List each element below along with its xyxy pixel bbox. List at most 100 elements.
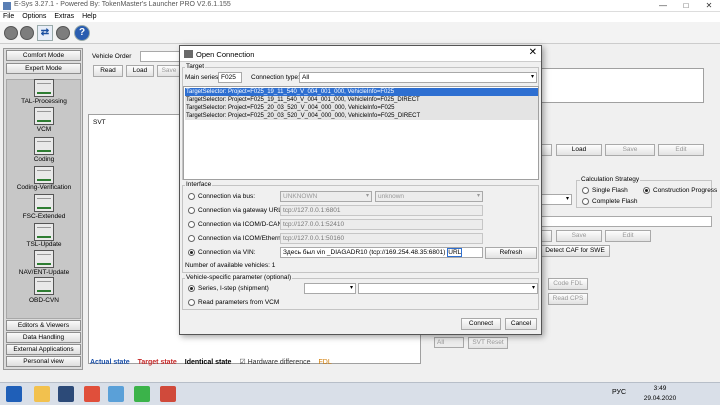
legend-identical-state: Identical state	[184, 359, 232, 366]
main-series-label: Main series:	[185, 74, 221, 81]
personal-view-button[interactable]: Personal view	[6, 356, 81, 367]
read-vcm-radio[interactable]	[188, 299, 195, 306]
icom-ethernet-field[interactable]: tcp://127.0.0.1:50160	[280, 233, 483, 244]
right-load-button[interactable]: Load	[556, 144, 602, 156]
explorer-icon[interactable]	[34, 386, 50, 402]
read-cps-button[interactable]: Read CPS	[548, 293, 588, 305]
browser-icon[interactable]	[84, 386, 100, 402]
gateway-url-radio[interactable]	[188, 207, 195, 214]
dialog-titlebar: Open Connection ✕	[180, 46, 541, 62]
coding-verification-icon[interactable]	[34, 166, 54, 184]
read-button[interactable]: Read	[93, 65, 123, 77]
target-row[interactable]: TargetSelector: Project=F025_19_11_540_V…	[185, 96, 538, 104]
right-input[interactable]	[540, 216, 712, 227]
menu-options[interactable]: Options	[19, 12, 49, 22]
icom-dcan-field[interactable]: tcp://127.0.0.1:52410	[280, 219, 483, 230]
chevron-down-icon: ▾	[531, 285, 535, 291]
close-button[interactable]: ✕	[698, 0, 720, 12]
save-button[interactable]: Save	[157, 65, 181, 77]
chevron-down-icon: ▾	[349, 285, 353, 291]
dialog-close-icon[interactable]: ✕	[529, 47, 537, 58]
language-indicator[interactable]: РУС	[612, 389, 626, 396]
external-applications-button[interactable]: External Applications	[6, 344, 81, 355]
istep-select[interactable]: ▾	[358, 283, 538, 294]
legend-fdl: FDL	[318, 359, 332, 366]
connection-type-select[interactable]: All ▾	[299, 72, 537, 83]
minimize-button[interactable]: —	[652, 0, 674, 12]
start-icon[interactable]	[6, 386, 22, 402]
connect-button[interactable]: Connect	[461, 318, 501, 330]
all-combo[interactable]: All	[434, 337, 464, 348]
svt-reset-button[interactable]: SVT Reset	[468, 337, 508, 349]
help-icon[interactable]: ?	[74, 25, 90, 41]
gateway-url-field[interactable]: tcp://127.0.0.1:6801	[280, 205, 483, 216]
icom-dcan-radio[interactable]	[188, 221, 195, 228]
vin-field[interactable]: Здесь был vin _DIAGADR10 (tcp://169.254.…	[280, 247, 483, 258]
vcm-icon[interactable]	[34, 107, 54, 125]
series-select[interactable]: ▾	[304, 283, 356, 294]
target-row[interactable]: TargetSelector: Project=F025_20_03_520_V…	[185, 104, 538, 112]
icom-ethernet-radio[interactable]	[188, 235, 195, 242]
tool-label: OBD-CVN	[29, 297, 59, 304]
complete-flash-label: Complete Flash	[592, 198, 638, 205]
menu-file[interactable]: File	[0, 12, 17, 22]
whatsapp-icon[interactable]	[134, 386, 150, 402]
vin-value: _DIAGADR10 (tcp://169.254.48.35:6801)	[326, 249, 446, 256]
save-btn2[interactable]: Save	[556, 230, 602, 242]
status-legend: Actual state Target state Identical stat…	[90, 358, 338, 368]
vehicle-order-input[interactable]	[140, 51, 180, 62]
connect-icon[interactable]	[4, 26, 18, 40]
right-save-button[interactable]: Save	[605, 144, 655, 156]
maximize-button[interactable]: □	[675, 0, 697, 12]
disconnect-icon[interactable]	[20, 26, 34, 40]
refresh-button[interactable]: Refresh	[485, 247, 537, 259]
code-fdl-button[interactable]: Code FDL	[548, 278, 588, 290]
strategy-combo[interactable]: ▾	[540, 194, 572, 205]
editors-viewers-button[interactable]: Editors & Viewers	[6, 320, 81, 331]
bus-select-2[interactable]: unknown ▾	[375, 191, 483, 202]
edit-btn2[interactable]: Edit	[605, 230, 651, 242]
main-series-select[interactable]: F025	[218, 72, 242, 83]
chevron-down-icon: ▾	[530, 74, 534, 80]
construction-progress-radio[interactable]	[643, 187, 650, 194]
connection-icon[interactable]: ⇄	[37, 25, 53, 41]
data-handling-button[interactable]: Data Handling	[6, 332, 81, 343]
dialog-title: Open Connection	[196, 50, 255, 59]
window-titlebar: E-Sys 3.27.1 - Powered By: TokenMaster's…	[0, 0, 720, 12]
bus-select[interactable]: UNKNOWN ▾	[280, 191, 372, 202]
menu-bar: File Options Extras Help	[0, 12, 720, 22]
target-row[interactable]: TargetSelector: Project=F025_20_03_520_V…	[185, 112, 538, 120]
vin-radio[interactable]	[188, 249, 195, 256]
complete-flash-radio[interactable]	[582, 198, 589, 205]
tal-processing-icon[interactable]	[34, 79, 54, 97]
load-button[interactable]: Load	[126, 65, 154, 77]
icom-dcan-label: Connection via ICOM/D-CAN:	[198, 221, 284, 228]
fsc-extended-icon[interactable]	[34, 194, 54, 212]
expert-mode-button[interactable]: Expert Mode	[6, 63, 81, 74]
settings-icon[interactable]	[56, 26, 70, 40]
app-v-icon[interactable]	[58, 386, 74, 402]
tool-label: Coding-Verification	[16, 184, 72, 191]
tsl-update-icon[interactable]	[34, 223, 54, 241]
esys-icon[interactable]	[108, 386, 124, 402]
single-flash-radio[interactable]	[582, 187, 589, 194]
bus-radio[interactable]	[188, 193, 195, 200]
right-edit-button[interactable]: Edit	[658, 144, 704, 156]
target-row[interactable]: TargetSelector: Project=F025_19_11_540_V…	[185, 88, 538, 96]
cancel-button[interactable]: Cancel	[505, 318, 537, 330]
sidebar: Comfort Mode Expert Mode TAL-Processing …	[3, 48, 83, 370]
legend-hardware-difference: ☑ Hardware difference	[239, 359, 311, 366]
detect-caf-button[interactable]: Detect CAF for SWE	[540, 245, 610, 257]
taskbar: РУС 3:49 29.04.2020	[0, 382, 720, 405]
bus-value: UNKNOWN	[283, 193, 318, 200]
icom-ethernet-label: Connection via ICOM/Ethernet:	[198, 235, 288, 242]
series-istep-radio[interactable]	[188, 285, 195, 292]
app-icon-2[interactable]	[160, 386, 176, 402]
menu-extras[interactable]: Extras	[51, 12, 77, 22]
menu-help[interactable]: Help	[79, 12, 99, 22]
comfort-mode-button[interactable]: Comfort Mode	[6, 50, 81, 61]
obd-cvn-icon[interactable]	[34, 277, 54, 295]
vin-suffix: URL	[447, 248, 463, 257]
coding-icon[interactable]	[34, 137, 54, 155]
nav-ent-update-icon[interactable]	[34, 250, 54, 268]
